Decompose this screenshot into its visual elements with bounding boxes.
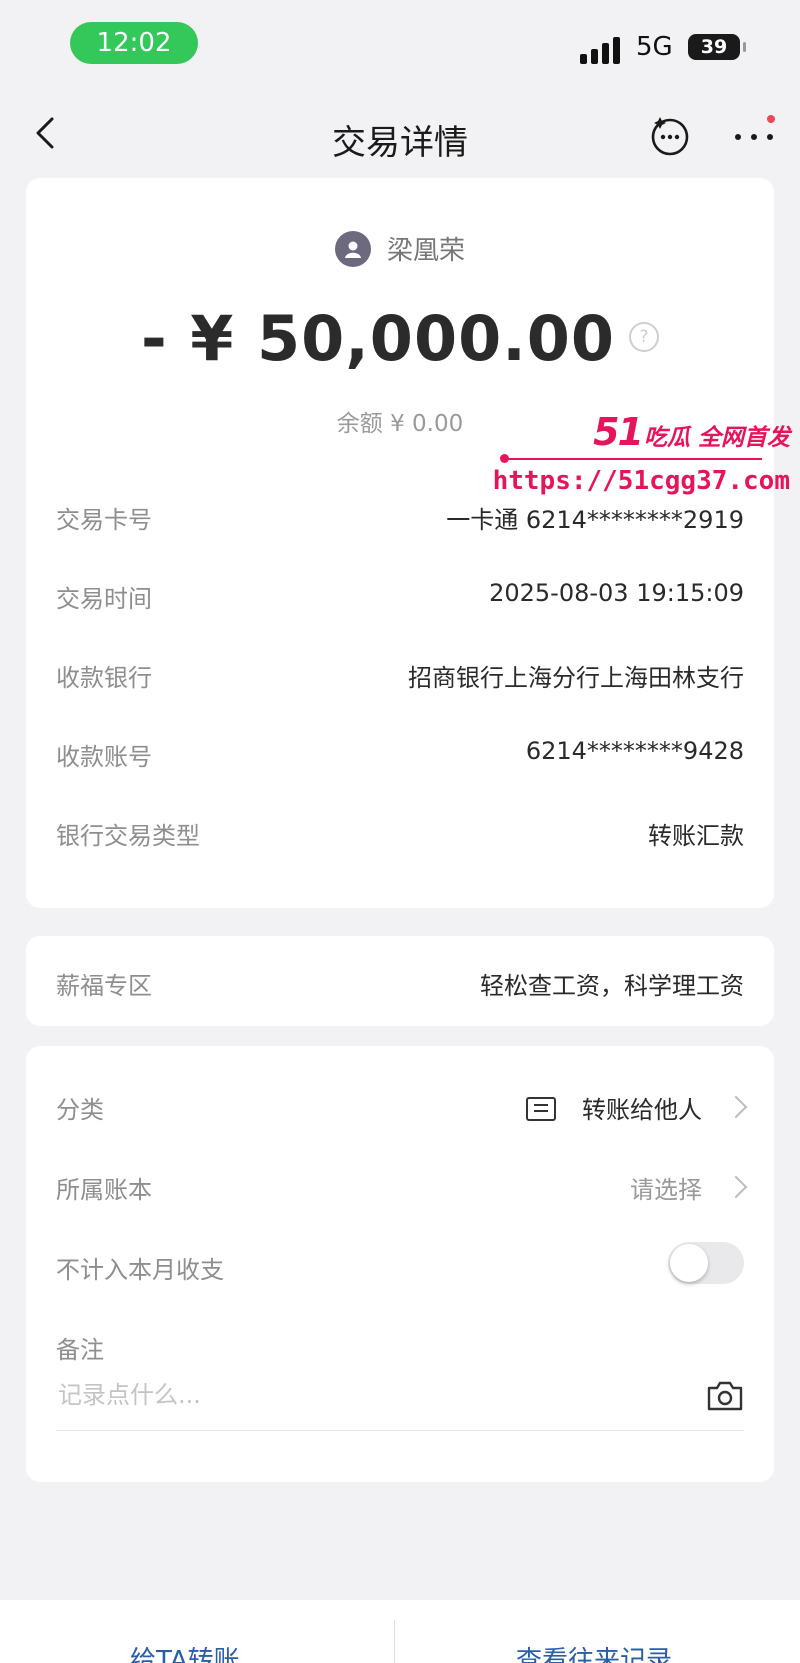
salary-zone-card[interactable]: 薪福专区 轻松查工资，科学理工资 — [26, 936, 774, 1026]
detail-value: 转账汇款 — [648, 822, 744, 850]
salary-zone-label: 薪福专区 — [56, 972, 152, 1000]
detail-row-account: 收款账号 6214********9428 — [56, 737, 744, 777]
payee-name: 梁凰荣 — [386, 236, 465, 266]
transaction-summary-card: 梁凰荣 - ¥ 50,000.00? 余额 ¥ 0.00 交易卡号 一卡通 62… — [26, 178, 774, 908]
help-icon[interactable]: ? — [629, 322, 660, 352]
detail-row-time: 交易时间 2025-08-03 19:15:09 — [56, 579, 744, 619]
detail-label: 收款账号 — [56, 743, 152, 771]
note-label: 备注 — [56, 1336, 104, 1364]
ledger-value: 请选择 — [630, 1176, 702, 1204]
options-card: 分类 转账给他人 所属账本 请选择 不计入本月收支 备注 — [26, 1046, 774, 1482]
camera-icon[interactable] — [706, 1380, 744, 1412]
detail-row-card-number: 交易卡号 一卡通 6214********2919 — [56, 500, 744, 540]
transfer-to-payee-button[interactable]: 给TA转账 — [130, 1640, 240, 1663]
detail-value: 2025-08-03 19:15:09 — [489, 579, 744, 607]
exclude-label: 不计入本月收支 — [56, 1256, 224, 1284]
status-bar: 12:02 5G 39 — [0, 0, 800, 90]
detail-value: 6214********9428 — [525, 737, 744, 765]
chevron-right-icon — [724, 1095, 748, 1119]
note-input[interactable] — [56, 1380, 660, 1410]
toggle-knob — [670, 1244, 708, 1282]
detail-label: 银行交易类型 — [56, 822, 200, 850]
status-time: 12:02 — [70, 22, 198, 64]
balance-text: 余额 ¥ 0.00 — [336, 411, 464, 437]
category-label: 分类 — [56, 1096, 104, 1124]
view-history-button[interactable]: 查看往来记录 — [516, 1640, 672, 1663]
detail-row-type: 银行交易类型 转账汇款 — [56, 816, 744, 856]
person-icon — [344, 241, 361, 258]
category-value: 转账给他人 — [582, 1096, 702, 1124]
detail-label: 交易时间 — [56, 585, 152, 613]
detail-row-bank: 收款银行 招商银行上海分行上海田林支行 — [56, 658, 744, 698]
avatar — [334, 230, 371, 267]
exclude-toggle[interactable] — [668, 1242, 744, 1284]
assistant-icon[interactable] — [648, 113, 692, 157]
transfer-category-icon — [526, 1097, 556, 1121]
amount-row: - ¥ 50,000.00? — [26, 302, 774, 375]
note-field — [56, 1380, 744, 1431]
transaction-detail-screen: 12:02 5G 39 交易详情 梁凰荣 - ¥ 50,000.00 ? 余额 … — [0, 0, 800, 1663]
signal-icon — [580, 36, 624, 64]
ledger-label: 所属账本 — [56, 1176, 152, 1204]
bottom-action-bar: 给TA转账 查看往来记录 — [0, 1600, 800, 1663]
detail-value: 一卡通 6214********2919 — [446, 506, 744, 534]
detail-label: 收款银行 — [56, 664, 152, 692]
network-type: 5G — [636, 32, 673, 62]
detail-label: 交易卡号 — [56, 506, 152, 534]
transaction-amount: - ¥ 50,000.00 — [140, 302, 616, 375]
battery-icon: 39 — [688, 34, 746, 60]
payee: 梁凰荣 — [26, 230, 774, 270]
notification-dot — [767, 115, 775, 123]
detail-value: 招商银行上海分行上海田林支行 — [408, 664, 744, 692]
bottom-divider — [394, 1620, 395, 1663]
chevron-right-icon — [724, 1175, 748, 1199]
nav-bar: 交易详情 — [0, 95, 800, 175]
salary-zone-value: 轻松查工资，科学理工资 — [480, 972, 744, 1000]
more-icon[interactable] — [730, 111, 780, 155]
